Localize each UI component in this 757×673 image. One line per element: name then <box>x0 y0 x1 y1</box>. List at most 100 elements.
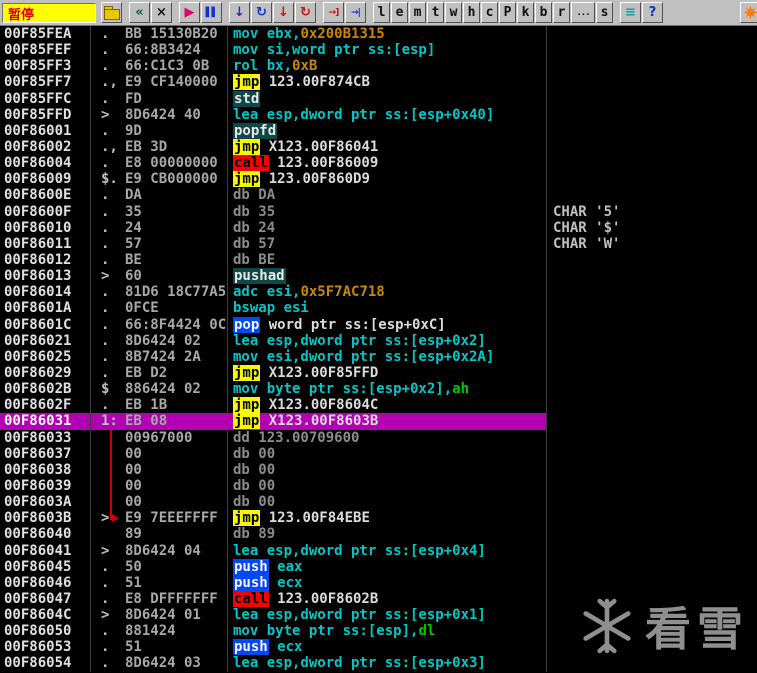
comment-cell <box>547 478 757 494</box>
animate-into-button[interactable]: ↓ <box>273 2 294 23</box>
ollydbg-window: 暂停 « × ▶ ▌▌ ↓ ↻ ↓ ↻ →] →| l e m t w h c Pk b r... s ≡? 00F85F… <box>0 0 757 673</box>
opcode-bytes-cell: 57 <box>125 235 228 252</box>
disassembly-listing[interactable]: 00F85FEA. BB 15130B20 mov ebx,0x200B1315 00… <box>0 26 757 673</box>
disasm-row[interactable]: 00F86045. 50 push eax <box>0 558 757 575</box>
disassembly-cell: mov ebx,0x200B1315 <box>228 26 547 43</box>
handles-pane-button[interactable]: h <box>463 2 480 23</box>
disasm-row[interactable]: 00F86033 00967000 dd 123.00709600 <box>0 429 757 446</box>
address-cell: 00F8602B <box>0 381 91 398</box>
open-file-button[interactable] <box>101 2 122 23</box>
disasm-row[interactable]: 00F86012. BE db BE <box>0 251 757 269</box>
analysis-marks-cell <box>91 462 125 478</box>
threads-pane-button[interactable]: t <box>427 2 444 23</box>
close-button[interactable]: × <box>151 2 172 23</box>
comment-cell <box>547 139 757 155</box>
comment-cell <box>547 74 757 90</box>
opcode-bytes-cell: 00 <box>125 445 228 462</box>
disasm-row[interactable]: 00F8600F. 35 db 35 CHAR '5' <box>0 203 757 220</box>
exec-till-return-button[interactable]: →] <box>323 2 344 23</box>
analysis-marks-cell: . <box>101 122 110 139</box>
disasm-row[interactable]: 00F8601C. 66:8F4424 0C pop word ptr ss:[es… <box>0 316 757 333</box>
disasm-row[interactable]: 00F86002., EB 3D jmp X123.00F86041 <box>0 138 757 156</box>
disasm-row[interactable]: 00F8602B $886424 02 mov byte ptr ss:[esp+0… <box>0 381 757 398</box>
toolbar: 暂停 « × ▶ ▌▌ ↓ ↻ ↓ ↻ →] →| l e m t w h c Pk b r... s ≡? <box>0 0 757 26</box>
analysis-marks-cell: ., <box>101 138 118 155</box>
disasm-row[interactable]: 00F86046. 51 push ecx <box>0 574 757 591</box>
step-over-button[interactable]: ↻ <box>251 2 272 23</box>
address-cell: 00F8601A <box>0 300 91 317</box>
disasm-row[interactable]: 00F86009 $. E9 CB000000 jmp 123.00F860D9 <box>0 171 757 188</box>
disassembly-cell: push eax <box>228 558 547 575</box>
disasm-row[interactable]: 00F86039 00 db 00 <box>0 477 757 495</box>
windows-pane-label: w <box>449 5 458 20</box>
disasm-row[interactable]: 00F86037 00 db 00 <box>0 445 757 462</box>
appearance-button[interactable]: ≡ <box>620 2 641 23</box>
comment-cell <box>547 397 757 413</box>
disasm-row[interactable]: 00F85FF3. 66:C1C3 0B rol bx,0xB <box>0 58 757 75</box>
disasm-row[interactable]: 00F8601A. 0FCE bswap esi <box>0 300 757 317</box>
disasm-row[interactable]: 00F86004. E8 00000000 call 123.00F86009 <box>0 155 757 172</box>
run-button[interactable]: ▶ <box>179 2 200 23</box>
disasm-row[interactable]: 00F85FEA. BB 15130B20 mov ebx,0x200B1315 <box>0 26 757 43</box>
address-cell: 00F85FEF <box>0 42 91 59</box>
disasm-row[interactable]: 00F86025. 8B7424 2A mov esi,dword ptr ss:[… <box>0 348 757 365</box>
disasm-row[interactable]: 00F86011. 57 db 57 CHAR 'W' <box>0 235 757 252</box>
memory-pane-button[interactable]: m <box>409 2 426 23</box>
disasm-row[interactable]: 00F85FF7., E9 CF140000 jmp 123.00F874CB <box>0 74 757 91</box>
patches-pane-button[interactable]: P <box>499 2 516 23</box>
disasm-row[interactable]: 00F85FEF. 66:8B3424 mov si,word ptr ss:[es… <box>0 42 757 59</box>
windows-pane-button[interactable]: w <box>445 2 462 23</box>
run-trace-pane-button[interactable]: ... <box>571 2 595 23</box>
analysis-marks-cell: . <box>101 316 110 333</box>
step-into-button[interactable]: ↓ <box>229 2 250 23</box>
disasm-row[interactable]: 00F86021. 8D6424 02 lea esp,dword ptr ss:[… <box>0 332 757 349</box>
help-button[interactable]: ? <box>642 2 663 23</box>
pause-icon: ▌▌ <box>205 7 219 18</box>
starburst-icon <box>743 5 757 20</box>
disasm-row[interactable]: 00F86014. 81D6 18C77A5F adc esi,0x5F7AC718 <box>0 284 757 301</box>
restart-button[interactable]: « <box>129 2 150 23</box>
disassembly-cell: lea esp,dword ptr ss:[esp+0x40] <box>228 106 547 123</box>
call-stack-pane-button[interactable]: k <box>517 2 534 23</box>
cpu-pane-button[interactable]: c <box>481 2 498 23</box>
references-pane-button[interactable]: r <box>553 2 570 23</box>
source-pane-button[interactable]: s <box>596 2 613 23</box>
disasm-row[interactable]: 00F86010. 24 db 24 CHAR '$' <box>0 219 757 236</box>
pause-button[interactable]: ▌▌ <box>201 2 222 23</box>
executables-pane-button[interactable]: e <box>391 2 408 23</box>
disasm-row[interactable]: 00F86013 >60 pushad <box>0 268 757 285</box>
disasm-row[interactable]: 00F8600E. DA db DA <box>0 187 757 204</box>
goto-button[interactable]: →| <box>345 2 366 23</box>
disasm-row[interactable]: 00F86001. 9D popfd <box>0 122 757 139</box>
comment-cell <box>547 526 757 542</box>
disasm-row[interactable]: 00F8602F. EB 1B jmp X123.00F8604C <box>0 397 757 414</box>
animate-into-icon: ↓ <box>278 5 289 20</box>
disassembly-cell: jmp 123.00F84EBE <box>228 510 547 527</box>
disasm-row[interactable]: 00F86038 00 db 00 <box>0 461 757 478</box>
disasm-row[interactable]: 00F86041 >8D6424 04 lea esp,dword ptr ss:[… <box>0 542 757 559</box>
animate-over-button[interactable]: ↻ <box>295 2 316 23</box>
disasm-row[interactable]: 00F86031 1: EB 08 jmp X123.00F8603B <box>0 413 757 430</box>
address-cell: 00F8600F <box>0 203 91 220</box>
address-cell: 00F86054 <box>0 655 91 672</box>
plugin-button[interactable] <box>740 2 757 23</box>
references-pane-label: r <box>557 5 566 20</box>
opcode-bytes-cell: 9D <box>125 122 228 139</box>
disasm-row[interactable]: 00F86029. EB D2 jmp X123.00F85FFD <box>0 364 757 382</box>
toolbar-buttons: « × ▶ ▌▌ ↓ ↻ ↓ ↻ →] →| l e m t w h c Pk b r... s ≡? <box>101 2 664 23</box>
log-pane-button[interactable]: l <box>373 2 390 23</box>
disasm-row[interactable]: 00F85FFC. FD std <box>0 90 757 107</box>
disasm-row[interactable]: 00F8603A 00 db 00 <box>0 494 757 511</box>
opcode-bytes-cell: EB 1B <box>125 397 228 414</box>
disasm-row[interactable]: 00F86040 89 db 89 <box>0 526 757 543</box>
comment-cell: CHAR 'W' <box>553 235 621 252</box>
disassembly-cell: db 00 <box>228 477 547 495</box>
call-stack-pane-label: k <box>521 5 530 20</box>
address-cell: 00F8604C <box>0 607 91 624</box>
analysis-marks-cell <box>91 446 125 462</box>
comment-cell: CHAR '5' <box>553 203 621 220</box>
opcode-bytes-cell: 51 <box>125 574 228 591</box>
breakpoints-pane-button[interactable]: b <box>535 2 552 23</box>
address-cell: 00F86013 <box>0 268 91 285</box>
disasm-row[interactable]: 00F85FFD >8D6424 40 lea esp,dword ptr ss:[… <box>0 106 757 123</box>
